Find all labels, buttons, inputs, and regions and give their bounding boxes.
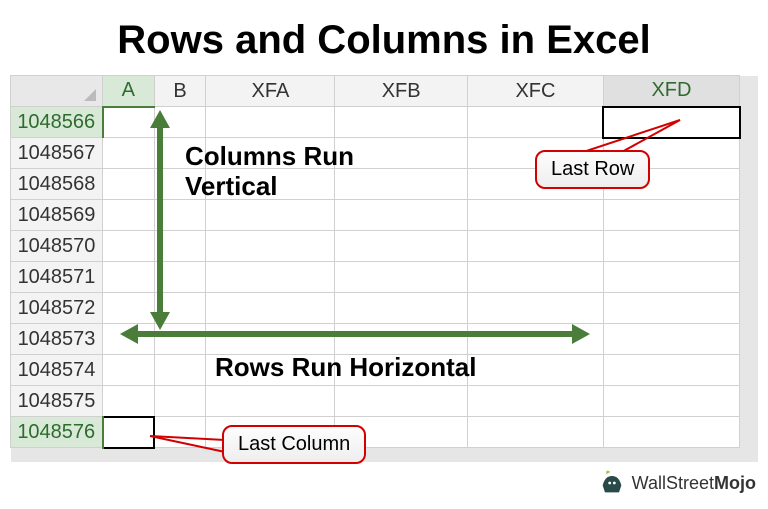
column-header-A[interactable]: A: [103, 76, 155, 107]
row-header[interactable]: 1048572: [11, 293, 103, 324]
row-header[interactable]: 1048575: [11, 386, 103, 417]
row-header[interactable]: 1048569: [11, 200, 103, 231]
column-header-XFC[interactable]: XFC: [467, 76, 603, 107]
page-title: Rows and Columns in Excel: [0, 0, 768, 71]
column-header-XFB[interactable]: XFB: [335, 76, 468, 107]
row-header[interactable]: 1048567: [11, 138, 103, 169]
row-header-last[interactable]: 1048576: [11, 417, 103, 448]
select-all-corner[interactable]: [11, 76, 103, 107]
last-row-callout: Last Row: [535, 150, 650, 189]
row-header[interactable]: 1048574: [11, 355, 103, 386]
column-header-B[interactable]: B: [154, 76, 206, 107]
brand-logo: WallStreetMojo: [598, 469, 756, 497]
sheet-edge-bottom: [11, 448, 758, 462]
mascot-icon: [598, 469, 626, 497]
vertical-arrow-icon: [148, 110, 172, 330]
row-header[interactable]: 1048570: [11, 231, 103, 262]
columns-vertical-label: Columns Run Vertical: [185, 142, 354, 202]
row-header[interactable]: 1048571: [11, 262, 103, 293]
row-header[interactable]: 1048566: [11, 107, 103, 138]
rows-horizontal-label: Rows Run Horizontal: [215, 352, 476, 383]
row-header[interactable]: 1048573: [11, 324, 103, 355]
column-header-row: A B XFA XFB XFC XFD: [11, 76, 758, 107]
column-header-XFD[interactable]: XFD: [603, 76, 739, 107]
horizontal-arrow-icon: [120, 322, 590, 346]
column-header-XFA[interactable]: XFA: [206, 76, 335, 107]
logo-text-wallstreet: WallStreet: [632, 473, 714, 493]
logo-text-mojo: Mojo: [714, 473, 756, 493]
row-header[interactable]: 1048568: [11, 169, 103, 200]
sheet-edge-right: [740, 76, 758, 107]
last-column-callout: Last Column: [222, 425, 366, 464]
